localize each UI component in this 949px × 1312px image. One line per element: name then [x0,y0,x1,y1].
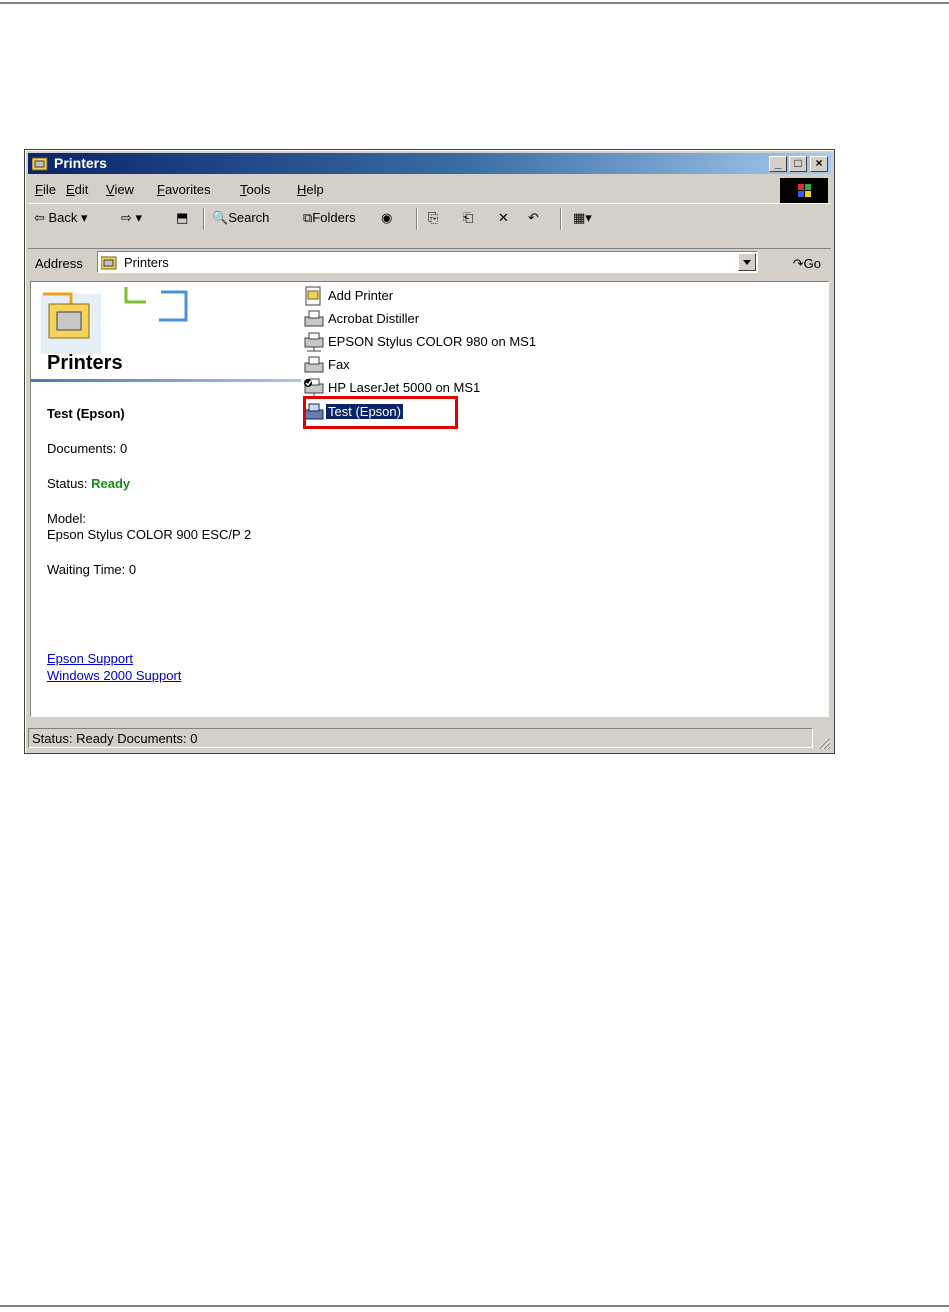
printer-icon [304,310,324,327]
copy-to-icon[interactable]: ⎗ [463,210,473,226]
address-dropdown-button[interactable] [738,253,756,271]
address-value: Printers [124,255,169,270]
list-item-label: EPSON Stylus COLOR 980 on MS1 [328,334,537,349]
delete-icon[interactable]: ✕ [498,210,509,226]
menu-edit[interactable]: Edit [66,182,88,197]
list-item-label: Add Printer [328,288,394,303]
menu-bar: File Edit View Favorites Tools Help [28,177,831,204]
printers-window: Printers _ □ × File Edit View Favorites … [24,149,835,754]
status-bar: Status: Ready Documents: 0 [28,726,831,750]
menu-tools[interactable]: Tools [240,182,270,197]
printers-folder-icon [101,256,117,270]
go-button[interactable]: ↷Go [793,256,821,272]
content-area: Printers Test (Epson) Documents: 0 Statu… [30,281,829,717]
add-printer-icon [305,286,321,306]
list-item-label: Acrobat Distiller [328,311,420,326]
search-button[interactable]: 🔍Search [212,210,269,226]
menu-help[interactable]: Help [297,182,324,197]
back-label: Back [48,210,78,225]
search-label: Search [228,210,270,225]
window-title: Printers [54,155,107,171]
address-bar: Address Printers ↷Go [28,248,831,277]
up-folder-icon[interactable]: ⬒ [176,210,188,226]
printer-status: Status: Ready [47,476,130,491]
epson-support-link[interactable]: Epson Support [47,651,133,666]
back-button[interactable]: ⇦ Back ▾ [34,210,88,226]
menu-view[interactable]: View [106,182,134,197]
folders-label: Folders [312,210,356,225]
status-label: Status: [47,476,88,491]
undo-icon[interactable]: ↶ [528,210,539,226]
web-view-panel: Printers Test (Epson) Documents: 0 Statu… [31,282,301,716]
move-to-icon[interactable]: ⎘ [428,210,438,226]
resize-grip-icon[interactable] [815,734,831,750]
toolbar-separator [416,208,418,230]
model-value: Epson Stylus COLOR 900 ESC/P 2 [47,527,252,542]
history-icon[interactable]: ◉ [381,210,392,226]
windows-logo [780,178,828,204]
title-bar[interactable]: Printers _ □ × [28,153,831,174]
printers-folder-icon [32,157,48,171]
selected-printer-name: Test (Epson) [47,406,125,421]
menu-favorites[interactable]: Favorites [157,182,210,197]
toolbar-separator [203,208,205,230]
views-icon[interactable]: ▦▾ [573,210,592,226]
minimize-button[interactable]: _ [769,156,787,172]
model-label: Model: [47,511,87,526]
list-item-label: Fax [328,357,350,372]
windows-flag-icon [798,184,811,197]
page-top-rule [0,2,949,4]
close-button[interactable]: × [810,156,828,172]
standard-toolbar: ⇦ Back ▾ ⇨ ▾ ⬒ 🔍Search ⧉Folders ◉ ⎘ ⎗ ✕ … [28,203,831,232]
documents-count: Documents: 0 [47,441,128,456]
fax-icon [304,356,324,373]
folders-button[interactable]: ⧉Folders [303,210,356,226]
list-item-label: HP LaserJet 5000 on MS1 [328,380,481,395]
maximize-button[interactable]: □ [789,156,807,172]
menu-file[interactable]: File [35,182,56,197]
windows-2000-support-link[interactable]: Windows 2000 Support [47,668,181,683]
address-label: Address [35,256,83,271]
forward-button[interactable]: ⇨ ▾ [121,210,142,226]
status-bar-text: Status: Ready Documents: 0 [28,728,813,748]
status-value: Ready [91,476,131,491]
network-printer-icon [304,332,324,352]
default-network-printer-icon [304,378,324,397]
go-arrow-icon: ↷ [792,256,804,271]
toolbar-separator [560,208,562,230]
go-label: Go [803,256,821,271]
waiting-time: Waiting Time: 0 [47,562,137,577]
selection-callout-box [303,396,458,429]
panel-divider [31,379,301,382]
panel-title: Printers [47,352,123,374]
page-bottom-rule [0,1305,949,1307]
printer-model: Model: Epson Stylus COLOR 900 ESC/P 2 [47,511,251,543]
address-field[interactable]: Printers [97,251,758,273]
